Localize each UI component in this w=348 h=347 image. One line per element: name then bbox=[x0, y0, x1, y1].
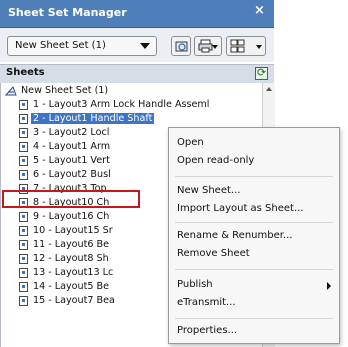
tree-item-selected[interactable]: 2 - Layout1 Handle Shaft bbox=[1, 113, 263, 126]
menu-item-label: New Sheet... bbox=[177, 185, 241, 196]
chevron-down-icon bbox=[256, 45, 262, 49]
publish-to-dwf-button[interactable] bbox=[171, 36, 191, 56]
tree-item-label: 10 - Layout15 Sr bbox=[33, 225, 113, 236]
menu-item-label: Properties... bbox=[177, 325, 238, 336]
sheet-icon bbox=[19, 268, 28, 278]
window-title: Sheet Set Manager bbox=[8, 6, 127, 19]
sheet-set-dropdown[interactable]: New Sheet Set (1) bbox=[7, 36, 157, 56]
menu-item-remove-sheet[interactable]: Remove Sheet bbox=[169, 247, 339, 263]
tree-root-label: New Sheet Set (1) bbox=[21, 85, 109, 96]
menu-item-properties[interactable]: Properties... bbox=[169, 324, 339, 340]
menu-item-label: Open bbox=[177, 137, 204, 148]
title-bar: Sheet Set Manager × bbox=[0, 0, 274, 28]
menu-separator bbox=[175, 269, 333, 270]
menu-item-label: Remove Sheet bbox=[177, 248, 250, 259]
menu-item-label: Publish bbox=[177, 279, 213, 290]
menu-item-open[interactable]: Open bbox=[169, 136, 339, 152]
sheets-header: Sheets bbox=[0, 64, 274, 84]
view-options-button[interactable] bbox=[226, 36, 266, 56]
menu-item-etransmit[interactable]: eTransmit... bbox=[169, 296, 339, 312]
tree-item-label: 12 - Layout8 Sh bbox=[33, 253, 109, 264]
sheet-icon bbox=[19, 142, 28, 152]
tree-item-label: 13 - Layout13 Lc bbox=[33, 267, 114, 278]
menu-item-open-read-only[interactable]: Open read-only bbox=[169, 154, 339, 170]
plot-button[interactable] bbox=[194, 36, 222, 56]
menu-item-label: eTransmit... bbox=[177, 297, 236, 308]
sheet-icon bbox=[19, 240, 28, 250]
context-menu: Open Open read-only New Sheet... Import … bbox=[168, 127, 340, 344]
sheets-header-label: Sheets bbox=[6, 67, 45, 78]
tree-item-label: 1 - Layout3 Arm Lock Handle Asseml bbox=[33, 99, 210, 110]
menu-item-label: Rename & Renumber... bbox=[177, 230, 293, 241]
sheet-icon bbox=[19, 128, 28, 138]
menu-separator bbox=[175, 176, 333, 177]
menu-item-rename-renumber[interactable]: Rename & Renumber... bbox=[169, 229, 339, 245]
menu-item-import-layout-as-sheet[interactable]: Import Layout as Sheet... bbox=[169, 202, 339, 218]
tree-item-label: 11 - Layout6 Be bbox=[33, 239, 110, 250]
sheet-icon bbox=[19, 282, 28, 292]
toolbar: New Sheet Set (1) bbox=[0, 28, 274, 62]
chevron-down-icon bbox=[212, 45, 218, 49]
menu-separator bbox=[175, 318, 333, 319]
tree-item-label: 15 - Layout7 Bea bbox=[33, 295, 115, 306]
highlight-box bbox=[2, 190, 140, 208]
tree-item[interactable]: 1 - Layout3 Arm Lock Handle Asseml bbox=[1, 99, 263, 112]
menu-separator bbox=[175, 222, 333, 223]
sheet-icon bbox=[19, 100, 28, 110]
sheet-icon bbox=[19, 156, 28, 166]
sheet-set-dropdown-value: New Sheet Set (1) bbox=[15, 40, 106, 51]
tree-root[interactable]: New Sheet Set (1) bbox=[1, 85, 263, 98]
close-icon[interactable]: × bbox=[254, 4, 265, 17]
tree-item-label: 9 - Layout16 Ch bbox=[33, 211, 110, 222]
tree-item-label: 5 - Layout1 Vert bbox=[33, 155, 110, 166]
refresh-icon[interactable] bbox=[255, 66, 268, 80]
sheet-icon bbox=[19, 226, 28, 236]
menu-item-publish[interactable]: Publish bbox=[169, 278, 339, 294]
sheet-icon bbox=[19, 114, 28, 124]
menu-item-label: Import Layout as Sheet... bbox=[177, 203, 304, 214]
sheet-icon bbox=[19, 254, 28, 264]
tree-item-label: 2 - Layout1 Handle Shaft bbox=[31, 113, 155, 124]
menu-item-label: Open read-only bbox=[177, 155, 255, 166]
tree-item-label: 3 - Layout2 Locl bbox=[33, 127, 110, 138]
submenu-arrow-icon bbox=[327, 282, 331, 290]
sheet-icon bbox=[19, 296, 28, 306]
sheet-set-manager-panel: Sheet Set Manager × New Sheet Set (1) Sh… bbox=[0, 0, 348, 347]
sheet-list-icon bbox=[230, 39, 245, 53]
publish-icon bbox=[175, 41, 188, 52]
menu-item-new-sheet[interactable]: New Sheet... bbox=[169, 184, 339, 200]
tree-item-label: 6 - Layout2 Busl bbox=[33, 169, 111, 180]
scroll-up-icon[interactable] bbox=[266, 87, 272, 91]
tree-item-label: 14 - Layout5 Be bbox=[33, 281, 110, 292]
tree-item-label: 4 - Layout1 Arm bbox=[33, 141, 111, 152]
chevron-down-icon bbox=[140, 43, 150, 49]
sheet-set-icon bbox=[5, 86, 17, 96]
sheet-icon bbox=[19, 170, 28, 180]
sheet-icon bbox=[19, 212, 28, 222]
